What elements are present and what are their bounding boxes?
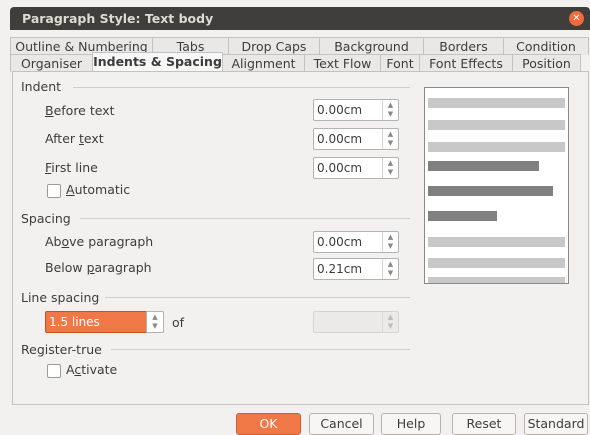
- tab-background[interactable]: Background: [319, 37, 424, 55]
- line-spacing-value[interactable]: 1.5 lines: [49, 315, 100, 329]
- standard-button[interactable]: Standard: [524, 413, 588, 435]
- line-spacing-section-label: Line spacing: [21, 290, 100, 305]
- preview-line: [428, 142, 565, 152]
- indent-separator: [73, 87, 410, 88]
- tab-drop-caps[interactable]: Drop Caps: [228, 37, 320, 55]
- ok-button[interactable]: OK: [236, 413, 301, 435]
- tab-condition[interactable]: Condition: [503, 37, 589, 55]
- after-text-spinbox[interactable]: 0.00cm ▲ ▼: [313, 128, 399, 150]
- preview-line: [428, 277, 565, 283]
- tab-organiser[interactable]: Organiser: [10, 54, 93, 72]
- preview-line: [428, 211, 497, 221]
- of-label: of: [172, 315, 185, 330]
- paragraph-preview: [424, 87, 569, 284]
- tab-text-flow[interactable]: Text Flow: [304, 54, 381, 72]
- preview-line: [428, 98, 565, 108]
- spin-arrows-icon[interactable]: ▲ ▼: [382, 158, 398, 178]
- tab-position[interactable]: Position: [512, 54, 581, 72]
- tab-borders[interactable]: Borders: [423, 37, 504, 55]
- spin-arrows-icon[interactable]: ▲ ▼: [382, 259, 398, 279]
- line-spacing-separator: [105, 297, 410, 298]
- spin-arrows-icon[interactable]: ▲ ▼: [382, 232, 398, 252]
- below-paragraph-label: Below paragraph: [45, 260, 152, 275]
- register-true-section-label: Register-true: [21, 342, 102, 357]
- window-title: Paragraph Style: Text body: [22, 11, 214, 26]
- below-paragraph-spinbox[interactable]: 0.21cm ▲ ▼: [313, 258, 399, 280]
- first-line-label: First line: [45, 160, 98, 175]
- register-true-separator: [111, 349, 410, 350]
- tab-indents-spacing[interactable]: Indents & Spacing: [92, 52, 223, 72]
- tab-font-effects[interactable]: Font Effects: [419, 54, 513, 72]
- tab-row-2: Organiser Indents & Spacing Alignment Te…: [10, 52, 581, 72]
- before-text-label: Before text: [45, 103, 115, 118]
- spin-arrows-icon[interactable]: ▲ ▼: [146, 311, 164, 333]
- tab-alignment[interactable]: Alignment: [222, 54, 305, 72]
- spacing-separator: [80, 218, 410, 219]
- preview-line: [428, 237, 565, 247]
- first-line-spinbox[interactable]: 0.00cm ▲ ▼: [313, 157, 399, 179]
- reset-button[interactable]: Reset: [452, 413, 516, 435]
- spin-arrows-icon[interactable]: ▲ ▼: [382, 100, 398, 120]
- preview-line: [428, 120, 565, 130]
- spacing-section-label: Spacing: [21, 211, 71, 226]
- preview-line: [428, 186, 553, 196]
- preview-line: [428, 258, 565, 268]
- line-spacing-select[interactable]: 1.5 lines ▲ ▼: [45, 311, 164, 333]
- spin-arrows-icon[interactable]: ▲ ▼: [382, 129, 398, 149]
- indent-section-label: Indent: [21, 79, 62, 94]
- activate-checkbox[interactable]: [47, 364, 61, 378]
- cancel-button[interactable]: Cancel: [309, 413, 374, 435]
- before-text-spinbox[interactable]: 0.00cm ▲ ▼: [313, 99, 399, 121]
- after-text-label: After text: [45, 131, 104, 146]
- before-text-value[interactable]: 0.00cm: [317, 103, 362, 117]
- after-text-value[interactable]: 0.00cm: [317, 132, 362, 146]
- tab-font[interactable]: Font: [380, 54, 420, 72]
- automatic-checkbox[interactable]: [47, 184, 61, 198]
- line-spacing-of-spinbox: ▲ ▼: [313, 311, 399, 333]
- first-line-value[interactable]: 0.00cm: [317, 161, 362, 175]
- above-paragraph-value[interactable]: 0.00cm: [317, 235, 362, 249]
- above-paragraph-spinbox[interactable]: 0.00cm ▲ ▼: [313, 231, 399, 253]
- help-button[interactable]: Help: [381, 413, 441, 435]
- below-paragraph-value[interactable]: 0.21cm: [317, 262, 362, 276]
- close-icon[interactable]: ✕: [569, 11, 584, 26]
- automatic-label: Automatic: [66, 182, 131, 197]
- spin-arrows-icon: ▲ ▼: [382, 312, 398, 332]
- activate-label: Activate: [66, 362, 118, 377]
- title-bar: Paragraph Style: Text body ✕: [10, 7, 590, 30]
- above-paragraph-label: Above paragraph: [45, 234, 154, 249]
- preview-line: [428, 161, 539, 171]
